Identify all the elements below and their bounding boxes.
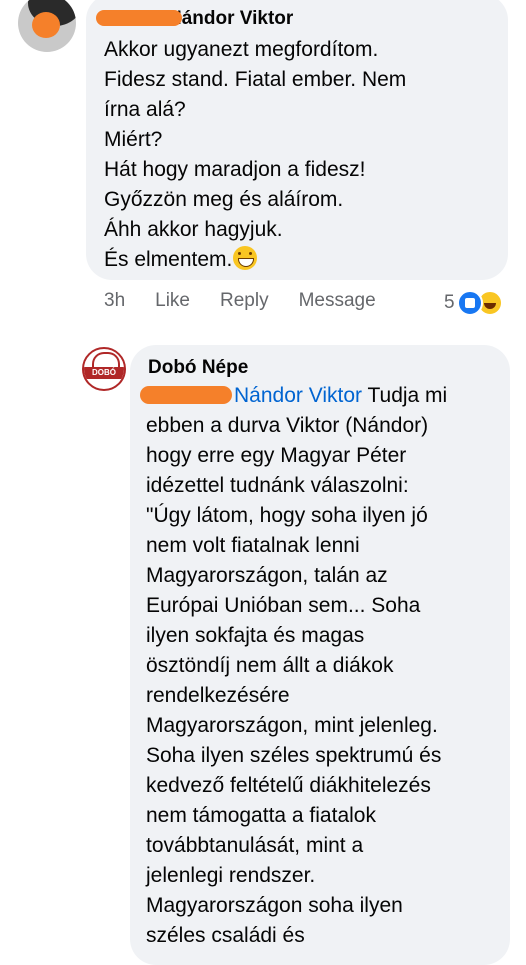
comment-timestamp[interactable]: 3h [104,290,125,312]
reply-author[interactable]: Dobó Népe [148,357,248,379]
reply-line: ösztöndíj nem állt a diákok [146,654,394,677]
comment-line: Akkor ugyanezt megfordítom. [104,38,379,61]
reply-line: széles családi és [146,924,305,947]
reply-line: ebben a durva Viktor (Nándor) [146,414,429,437]
comment-text: Akkor ugyanezt megfordítom. Fidesz stand… [104,35,406,275]
comment-actions: 3h Like Reply Message [104,290,376,312]
comment-line-last: És elmentem. [104,245,406,275]
crest-icon [92,352,120,368]
reply-line: Soha ilyen széles spektrumú és [146,744,442,767]
reply-line: jelenlegi rendszer. [146,864,316,887]
comment-line: Fidesz stand. Fiatal ember. Nem [104,68,407,91]
comment-line: Áhh akkor hagyjuk. [104,218,283,241]
mention-link[interactable]: Nándor Viktor [234,384,362,407]
reply-text: Nándor Viktor Tudja mi ebben a durva Vik… [146,381,447,951]
reply-line: hogy erre egy Magyar Péter [146,444,407,467]
commenter-avatar[interactable] [18,0,76,52]
mention-redaction [140,386,232,404]
like-icon [456,290,483,316]
reply-line: továbbtanulását, mint a [146,834,364,857]
avatar-logo-text: DOBÓ NÉPE [84,367,124,389]
comment-line: Miért? [104,128,163,151]
reply-line: Magyarországon, mint jelenleg. [146,714,438,737]
name-redaction [96,10,182,26]
reply-line: Magyarországon, talán az [146,564,388,587]
reply-line: rendelkezésére [146,684,290,707]
comment-line: írna alá? [104,98,186,121]
reaction-summary[interactable]: 5 [444,290,503,316]
like-button[interactable]: Like [155,290,190,312]
comment-line: Győzzön meg és aláírom. [104,188,344,211]
grinning-sweat-emoji-icon [233,246,258,270]
reply-line: ilyen sokfajta és magas [146,624,365,647]
comment-line: Hát hogy maradjon a fidesz! [104,158,366,181]
reply-line: "Úgy látom, hogy soha ilyen jó [146,504,428,527]
comment-author-name[interactable]: Nándor Viktor [168,8,293,29]
reply-line: kedvező feltételű diákhitelezés [146,774,431,797]
reply-button[interactable]: Reply [220,290,269,312]
reply-line: Európai Unióban sem... Soha [146,594,421,617]
comment-line-text: És elmentem. [104,248,233,271]
reply-line-text: Tudja mi [362,384,448,407]
reaction-count: 5 [444,292,455,313]
reply-line: idézettel tudnánk válaszolni: [146,474,409,497]
page-avatar[interactable]: DOBÓ NÉPE [82,347,126,391]
reply-line: Magyarországon soha ilyen [146,894,403,917]
message-button[interactable]: Message [299,290,376,312]
reply-line: nem volt fiatalnak lenni [146,534,360,557]
reply-line: nem támogatta a fiatalok [146,804,376,827]
avatar-redaction [32,12,60,38]
